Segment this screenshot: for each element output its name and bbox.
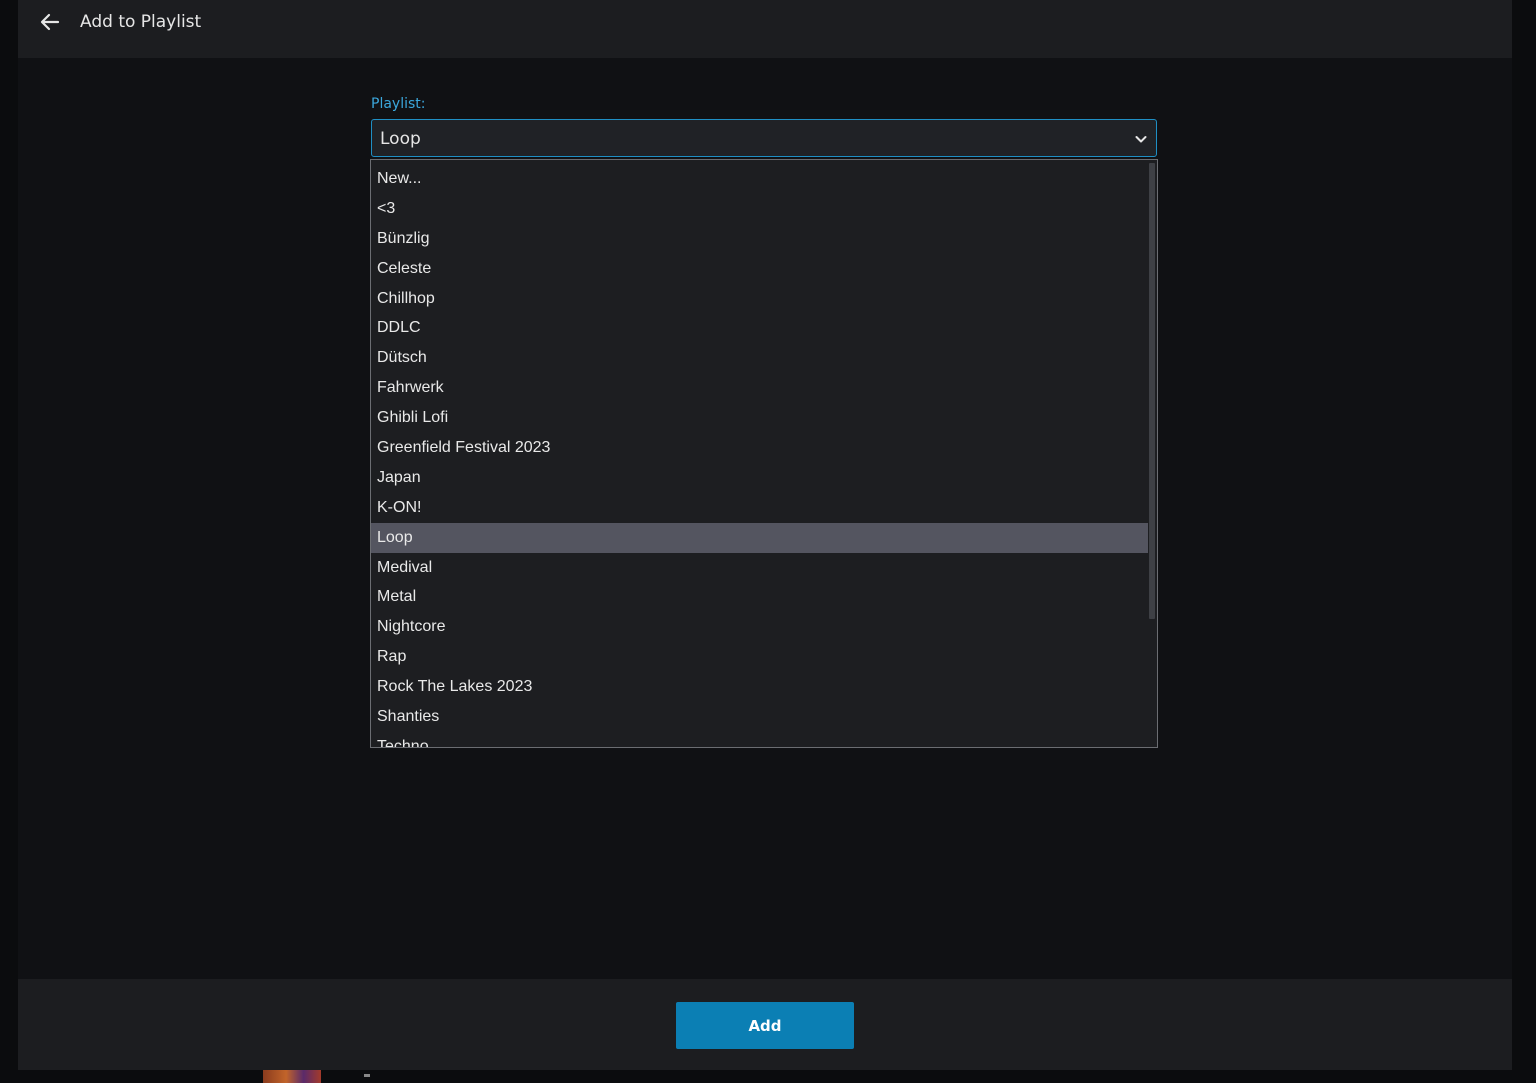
playlist-option[interactable]: Greenfield Festival 2023 xyxy=(371,433,1149,463)
playlist-option[interactable]: <3 xyxy=(371,194,1149,224)
playlist-option[interactable]: Medival xyxy=(371,553,1149,583)
playlist-option[interactable]: Celeste xyxy=(371,254,1149,284)
playlist-option[interactable]: Metal xyxy=(371,582,1149,612)
playlist-option[interactable]: Fahrwerk xyxy=(371,373,1149,403)
back-button[interactable] xyxy=(36,8,64,36)
playlist-option[interactable]: New... xyxy=(371,164,1149,194)
dialog-footer: Add xyxy=(18,979,1512,1070)
dropdown-scrollbar-thumb[interactable] xyxy=(1149,163,1155,619)
dialog-header: Add to Playlist xyxy=(18,0,1512,58)
arrow-left-icon xyxy=(40,13,60,31)
add-button[interactable]: Add xyxy=(676,1002,854,1049)
playlist-options: New... <3 Bünzlig Celeste Chillhop DDLC Dütsch… xyxy=(371,164,1149,747)
playlist-select-value: Loop xyxy=(380,129,421,149)
playlist-option[interactable]: Nightcore xyxy=(371,612,1149,642)
playlist-option[interactable]: Dütsch xyxy=(371,343,1149,373)
background-album-thumbnail xyxy=(263,1070,321,1083)
playlist-option[interactable]: Chillhop xyxy=(371,284,1149,314)
playlist-option[interactable]: Bünzlig xyxy=(371,224,1149,254)
background-text-fragment xyxy=(364,1074,370,1077)
playlist-option[interactable]: K-ON! xyxy=(371,493,1149,523)
playlist-option[interactable]: Ghibli Lofi xyxy=(371,403,1149,433)
dialog-title: Add to Playlist xyxy=(80,12,202,32)
playlist-option[interactable]: Techno xyxy=(371,732,1149,747)
playlist-dropdown-list[interactable]: New... <3 Bünzlig Celeste Chillhop DDLC Dütsch… xyxy=(370,159,1158,748)
playlist-option[interactable]: Shanties xyxy=(371,702,1149,732)
playlist-option[interactable]: Rock The Lakes 2023 xyxy=(371,672,1149,702)
playlist-select[interactable]: Loop xyxy=(371,119,1157,157)
add-to-playlist-dialog: Add to Playlist Playlist: Loop New... <3 B… xyxy=(18,0,1512,1070)
dropdown-scrollbar[interactable] xyxy=(1148,160,1157,747)
chevron-down-icon xyxy=(1135,136,1147,143)
playlist-option[interactable]: Rap xyxy=(371,642,1149,672)
playlist-option[interactable]: Loop xyxy=(371,522,1149,553)
playlist-field-label: Playlist: xyxy=(371,96,426,112)
playlist-option[interactable]: DDLC xyxy=(371,313,1149,343)
playlist-option[interactable]: Japan xyxy=(371,463,1149,493)
